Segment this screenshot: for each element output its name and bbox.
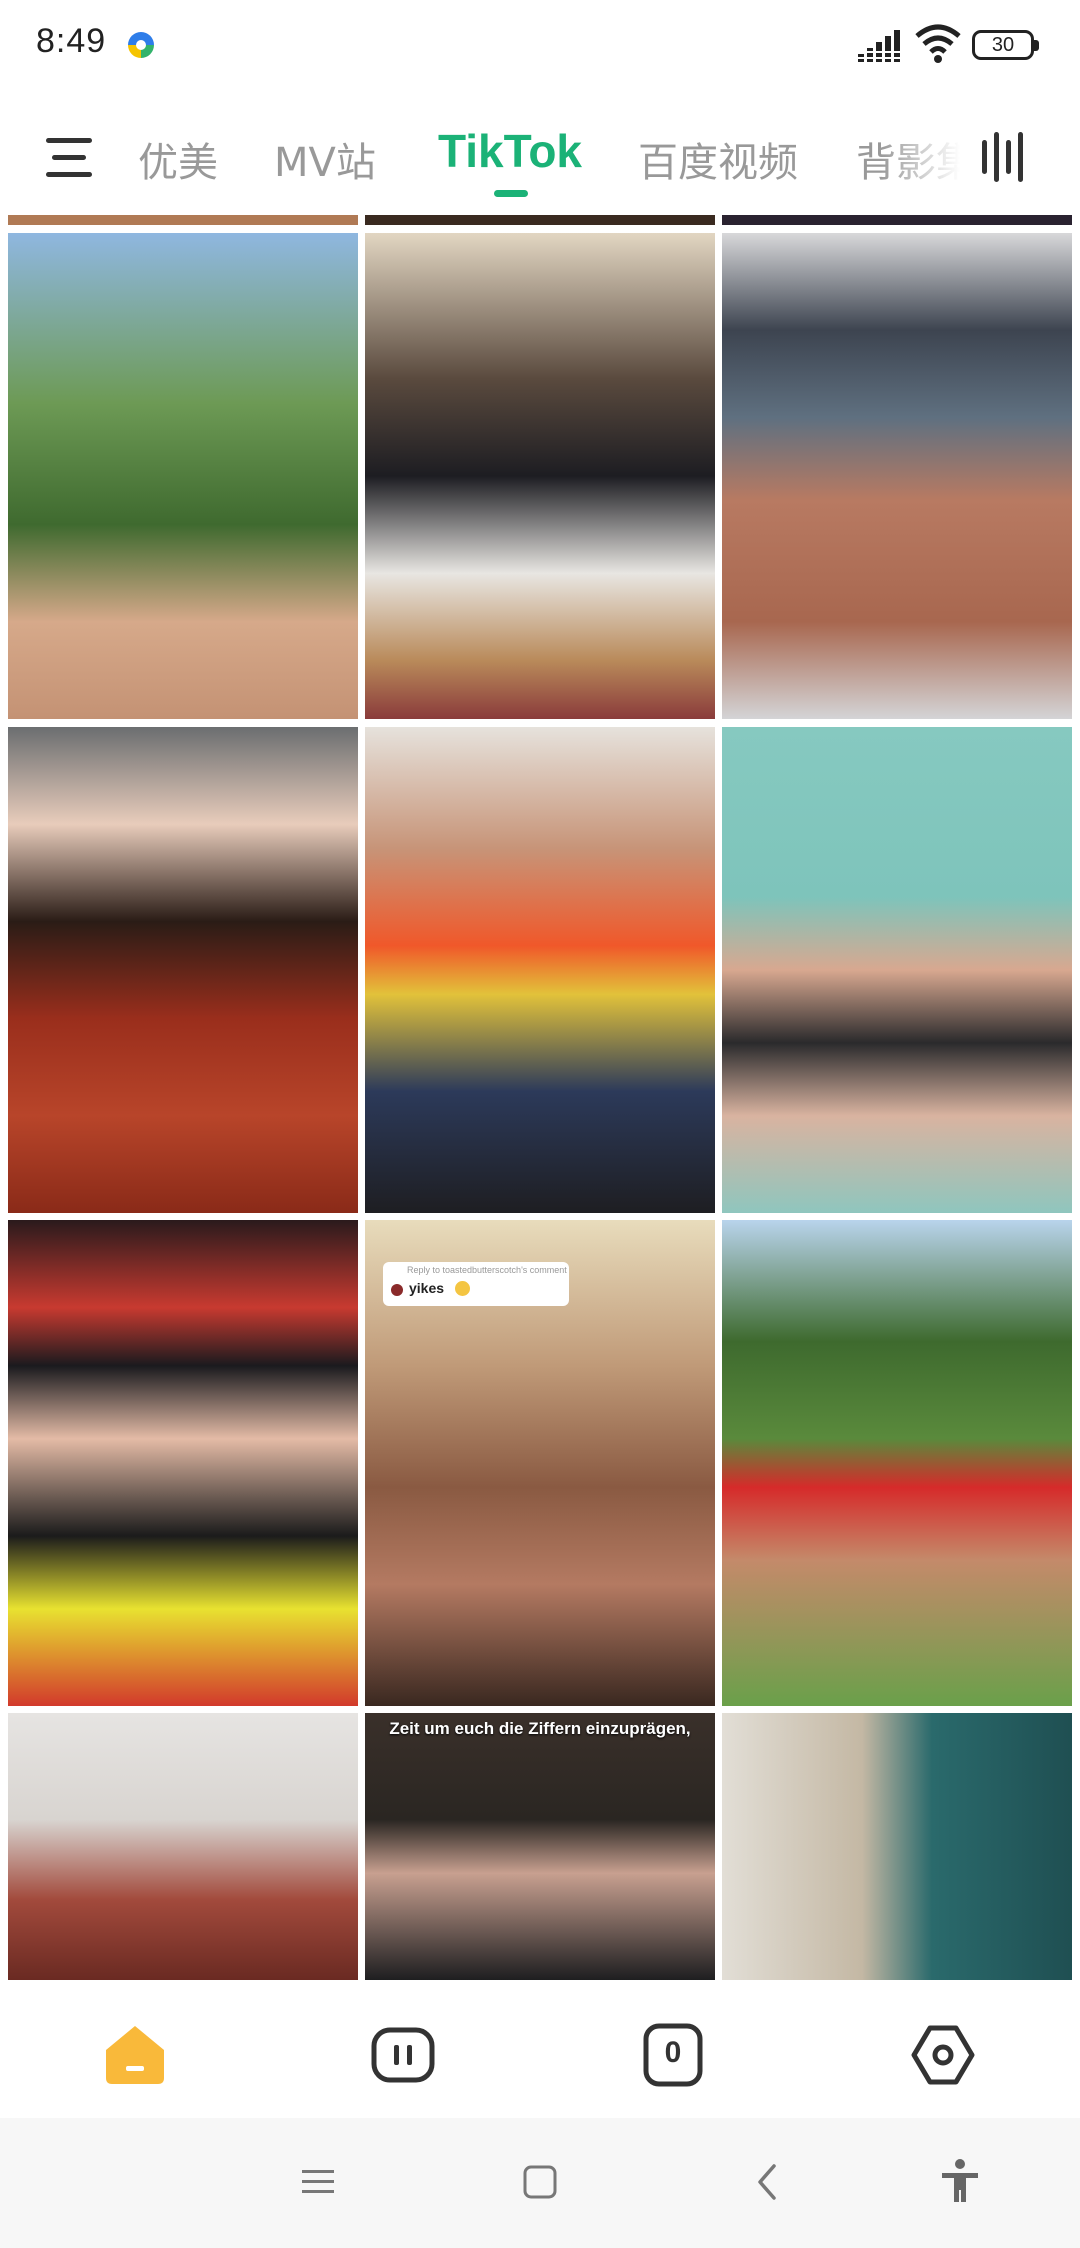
category-tabs: 优美 MV站 TikTok 百度视频 背影集: [0, 120, 1080, 220]
video-thumbnail[interactable]: [722, 1713, 1072, 1980]
video-thumbnail[interactable]: [365, 233, 715, 719]
reply-header: Reply to toastedbutterscotch's comment: [407, 1265, 567, 1275]
video-thumbnail[interactable]: [722, 233, 1072, 719]
video-thumbnail-partial[interactable]: [365, 215, 715, 225]
wifi-icon: [915, 24, 961, 63]
status-time: 8:49: [36, 22, 107, 60]
battery-icon: 30: [972, 30, 1044, 64]
tab-tiktok[interactable]: TikTok: [438, 124, 582, 178]
video-thumbnail-partial[interactable]: [722, 215, 1072, 225]
system-navigation-bar: [0, 2118, 1080, 2248]
tab-mv-station[interactable]: MV站: [274, 130, 376, 188]
video-thumbnail[interactable]: Zeit um euch die Ziffern einzuprägen,: [365, 1713, 715, 1980]
home-square-icon[interactable]: [510, 2152, 570, 2212]
zero-badge-icon[interactable]: 0: [640, 2022, 706, 2088]
tab-baidu-video[interactable]: 百度视频: [638, 130, 798, 188]
vertical-bars-icon[interactable]: [982, 132, 1034, 182]
accessibility-icon[interactable]: [930, 2152, 990, 2212]
video-thumbnail[interactable]: Reply to toastedbutterscotch's comment y…: [365, 1220, 715, 1706]
video-thumbnail[interactable]: [365, 727, 715, 1213]
app-notification-icon: [128, 32, 154, 58]
grimace-emoji-icon: [455, 1281, 470, 1296]
reply-text: yikes: [409, 1280, 445, 1296]
battery-level: 30: [972, 30, 1034, 60]
bottom-navigation: 0: [0, 1980, 1080, 2118]
video-grid: Reply to toastedbutterscotch's comment y…: [0, 215, 1080, 1980]
commenter-avatar: [391, 1284, 403, 1296]
zero-badge-text: 0: [664, 2036, 682, 2069]
video-thumbnail[interactable]: [8, 1220, 358, 1706]
video-thumbnail-partial[interactable]: [8, 215, 358, 225]
active-tab-indicator: [494, 190, 528, 197]
pause-badge-icon[interactable]: [370, 2022, 436, 2088]
video-thumbnail[interactable]: [8, 1713, 358, 1980]
video-thumbnail[interactable]: [722, 1220, 1072, 1706]
menu-lines-icon[interactable]: [288, 2152, 348, 2212]
home-icon[interactable]: [102, 2022, 168, 2088]
status-bar: 8:49 30: [0, 0, 1080, 96]
video-thumbnail[interactable]: [8, 727, 358, 1213]
reply-comment-bubble: Reply to toastedbutterscotch's comment y…: [383, 1262, 569, 1306]
video-thumbnail[interactable]: [8, 233, 358, 719]
tab-youmei[interactable]: 优美: [138, 130, 218, 188]
settings-hexagon-icon[interactable]: [910, 2022, 976, 2088]
back-chevron-icon[interactable]: [738, 2152, 798, 2212]
video-thumbnail[interactable]: [722, 727, 1072, 1213]
signal-icon: [858, 30, 900, 62]
